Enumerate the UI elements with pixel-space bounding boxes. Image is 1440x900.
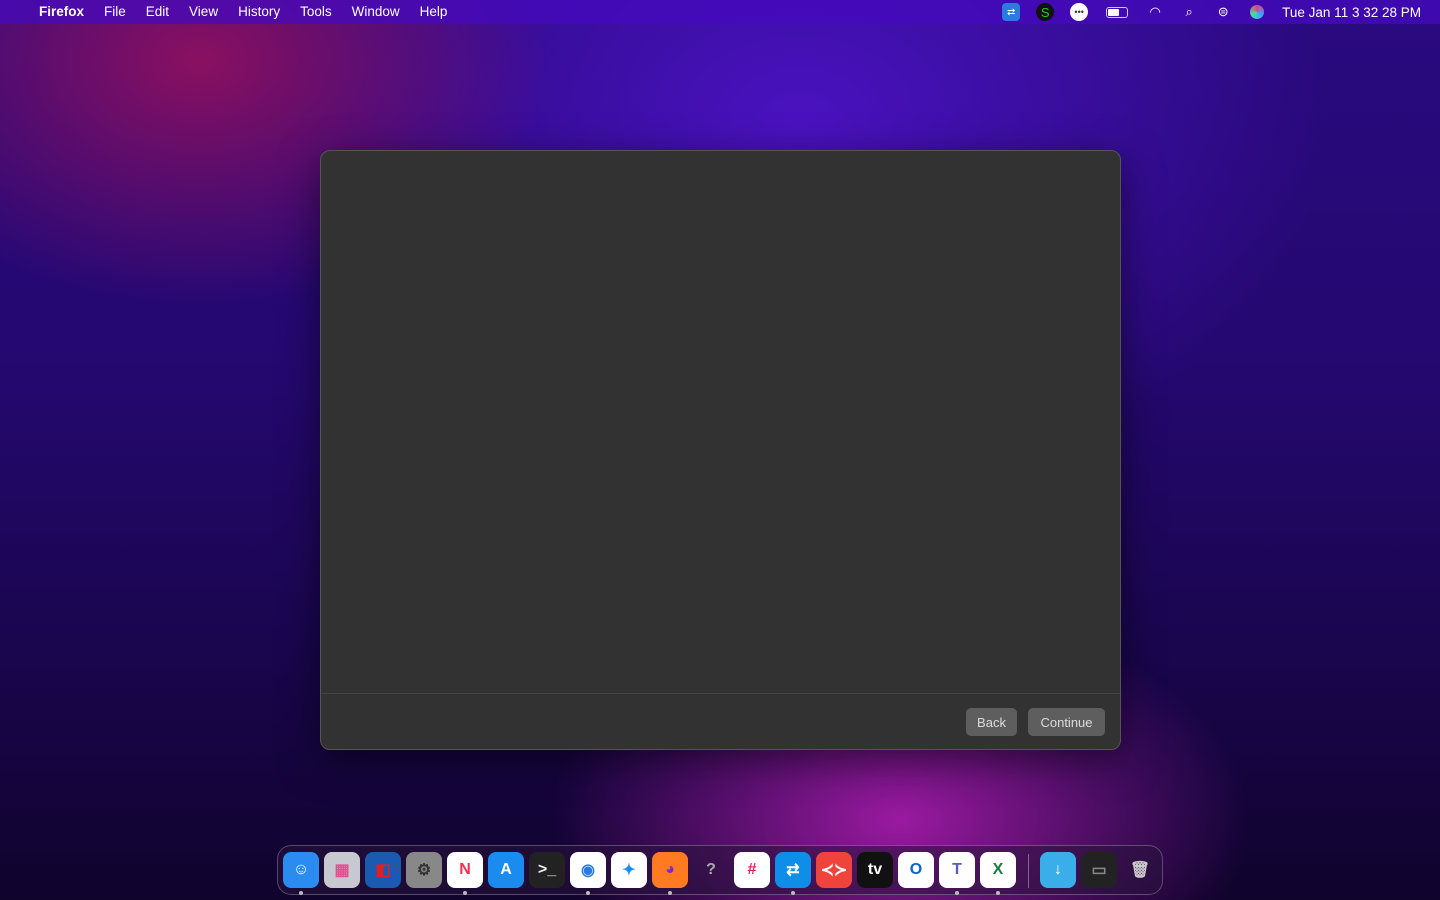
dock-chrome-icon[interactable]: ◉ xyxy=(570,852,606,888)
dock-outlook-icon[interactable]: O xyxy=(898,852,934,888)
dock-firefox-icon[interactable]: ◕ xyxy=(652,852,688,888)
menu-bar: Firefox File Edit View History Tools Win… xyxy=(0,0,1440,24)
dock-firefox-window-icon[interactable]: ▭ xyxy=(1081,852,1117,888)
dock-launchpad-icon[interactable]: ▦ xyxy=(324,852,360,888)
menu-edit[interactable]: Edit xyxy=(146,0,169,24)
dock-trash-icon[interactable]: 🗑 xyxy=(1122,852,1158,888)
footer-divider xyxy=(321,693,1120,694)
dock-excel-icon[interactable]: X xyxy=(980,852,1016,888)
control-center-icon[interactable]: ⊜ xyxy=(1214,3,1232,21)
dock: ☺ ▦ ◧ ⚙ N A >_ ◉ ✦ ◕? # ⇄ ≺≻ tv O T X ↓ ▭ 🗑 xyxy=(277,845,1163,895)
back-button[interactable]: Back xyxy=(966,708,1017,736)
continue-button[interactable]: Continue xyxy=(1028,708,1105,736)
running-indicator xyxy=(299,891,303,895)
setup-dialog-window: Back Continue xyxy=(320,150,1121,750)
dock-app-store-icon[interactable]: A xyxy=(488,852,524,888)
menu-bookmarks[interactable]: Tools xyxy=(300,0,332,24)
running-indicator xyxy=(586,891,590,895)
wifi-icon[interactable]: ◠ xyxy=(1146,3,1164,21)
search-icon[interactable]: ⌕ xyxy=(1180,3,1198,21)
menu-window[interactable]: Help xyxy=(420,0,448,24)
running-indicator xyxy=(463,891,467,895)
menu-tools[interactable]: Window xyxy=(352,0,400,24)
menu-history[interactable]: History xyxy=(238,0,280,24)
dock-downloads-folder-icon[interactable]: ↓ xyxy=(1040,852,1076,888)
dock-apple-tv-icon[interactable]: tv xyxy=(857,852,893,888)
dock-terminal-icon[interactable]: >_ xyxy=(529,852,565,888)
running-indicator xyxy=(668,891,672,895)
dock-teamviewer-icon[interactable]: ⇄ xyxy=(775,852,811,888)
dock-safari-icon[interactable]: ✦ xyxy=(611,852,647,888)
clock[interactable]: Tue Jan 11 3 32 28 PM xyxy=(1282,5,1421,20)
dock-anydesk-icon[interactable]: ≺≻ xyxy=(816,852,852,888)
siri-icon[interactable] xyxy=(1248,3,1266,21)
dock-help-icon[interactable]: ? xyxy=(693,852,729,888)
menu-app-firefox[interactable]: Firefox xyxy=(39,0,84,24)
running-indicator xyxy=(955,891,959,895)
running-indicator xyxy=(791,891,795,895)
messenger-icon[interactable]: ••• xyxy=(1070,3,1089,21)
dock-news-icon[interactable]: N xyxy=(447,852,483,888)
dock-teams-icon[interactable]: T xyxy=(939,852,975,888)
dock-system-preferences-icon[interactable]: ⚙ xyxy=(406,852,442,888)
running-indicator xyxy=(996,891,1000,895)
dock-finder-icon[interactable]: ☺ xyxy=(283,852,319,888)
dock-separator xyxy=(1028,854,1029,888)
menu-view[interactable]: View xyxy=(189,0,218,24)
dock-slack-icon[interactable]: # xyxy=(734,852,770,888)
menu-file[interactable]: File xyxy=(104,0,126,24)
battery-icon[interactable] xyxy=(1104,3,1130,21)
teamviewer-icon[interactable]: ⇄ xyxy=(1002,3,1021,21)
s-app-icon[interactable]: S xyxy=(1036,3,1055,21)
dock-vmware-icon[interactable]: ◧ xyxy=(365,852,401,888)
